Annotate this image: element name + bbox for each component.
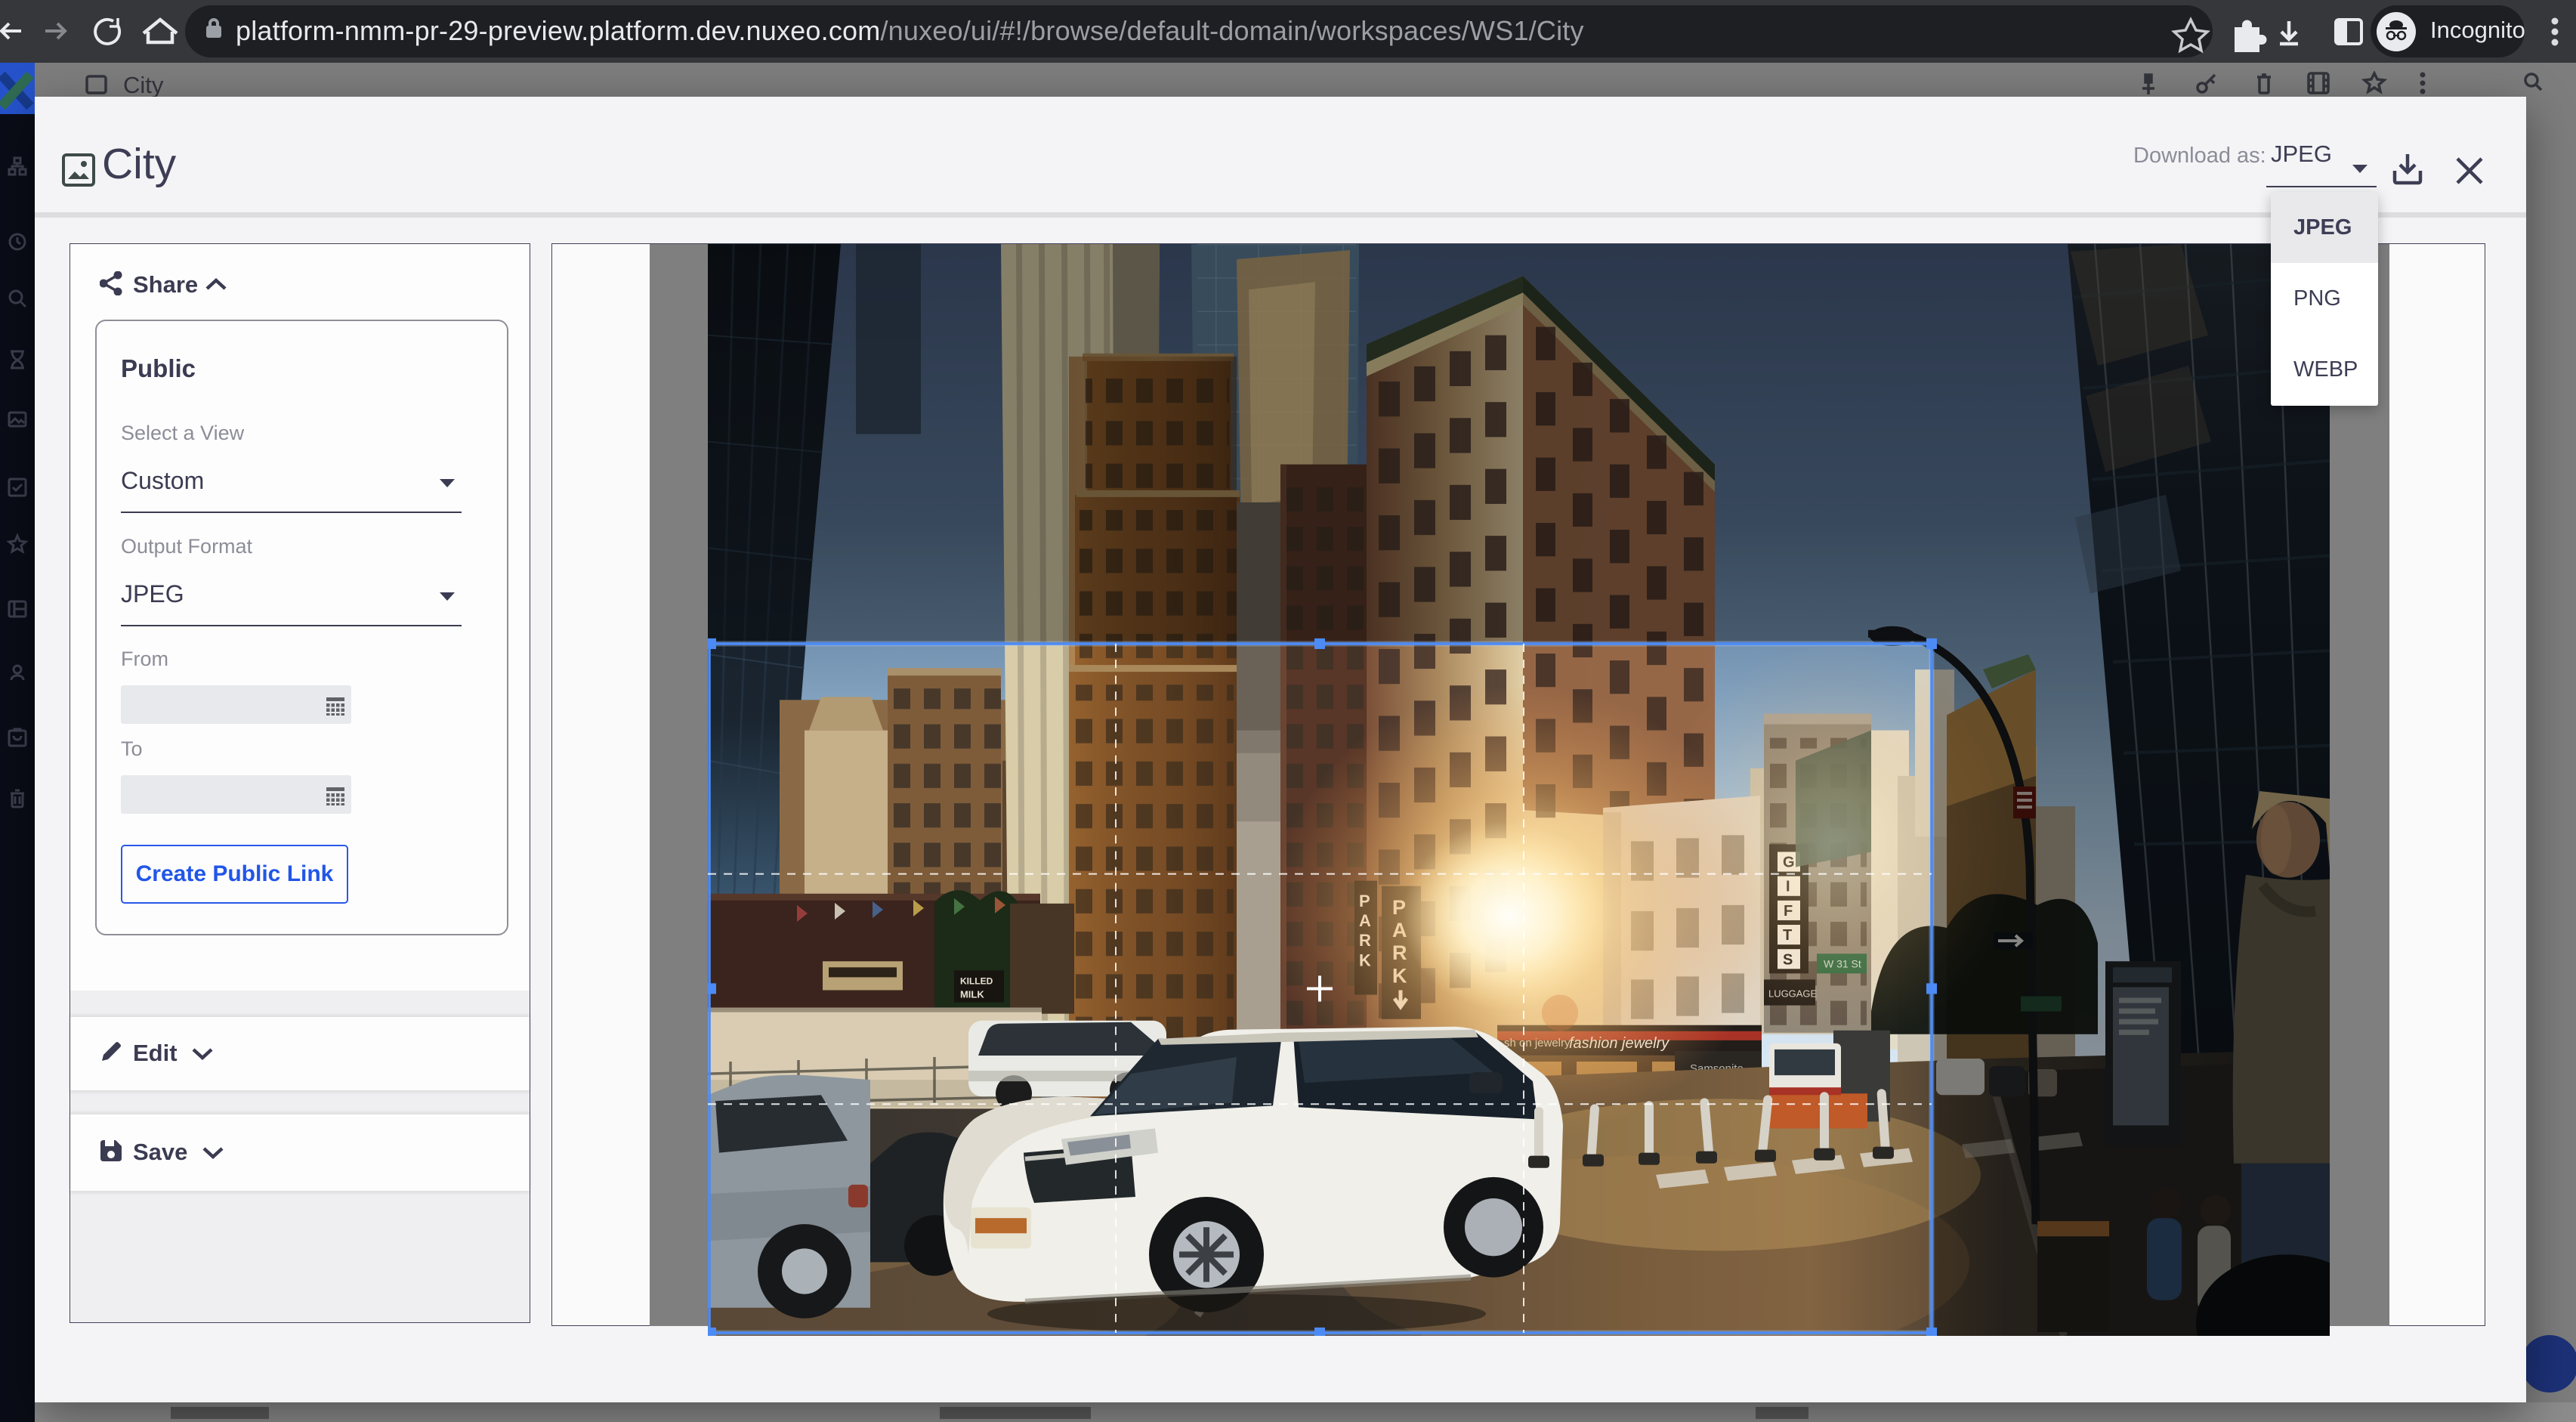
svg-text:City: City (123, 72, 164, 97)
svg-text:KILLED: KILLED (960, 975, 993, 986)
svg-text:MILK: MILK (960, 988, 984, 1000)
